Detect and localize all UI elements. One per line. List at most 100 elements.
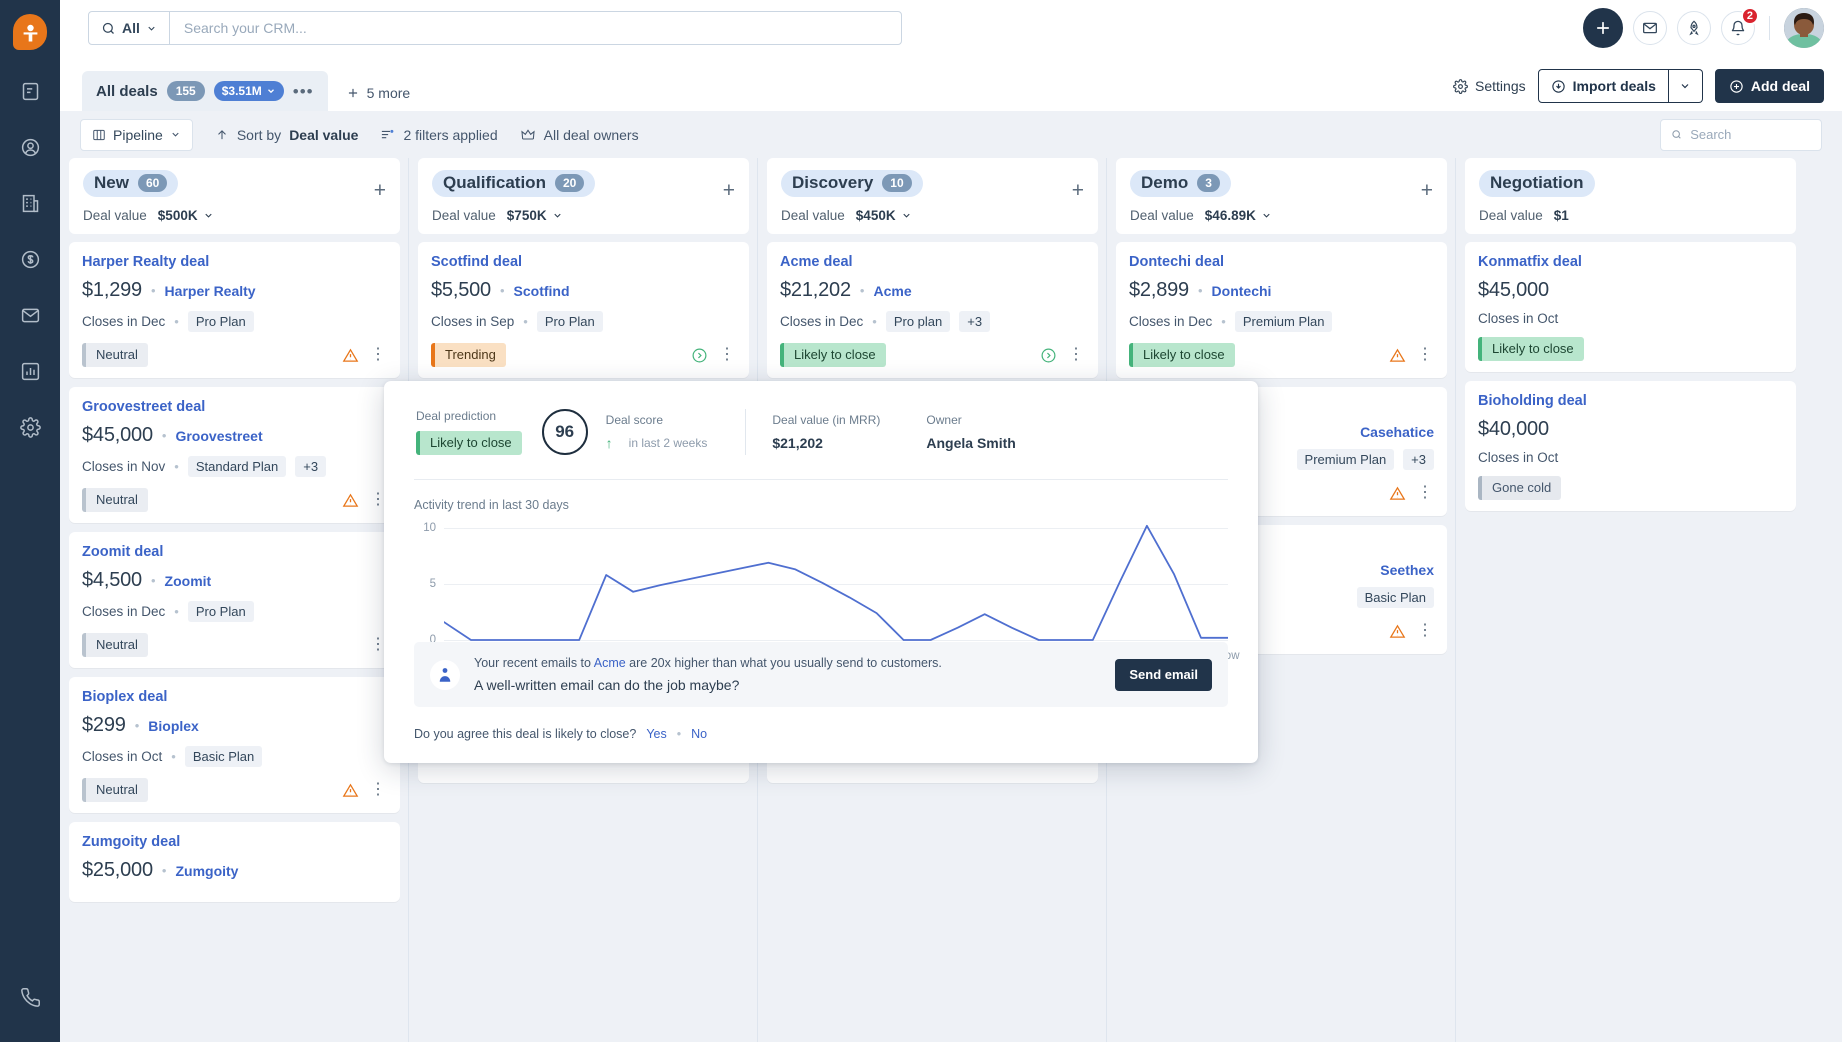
card-menu-button[interactable]: ⋮ [1417,623,1434,639]
add-deal-to-stage-button[interactable]: + [1421,180,1433,201]
company-link[interactable]: Zumgoity [175,863,238,879]
warning-icon[interactable] [1389,485,1406,502]
deal-card[interactable]: Bioplex deal $299 • Bioplex Closes in Oc… [69,677,400,813]
crown-icon [520,127,536,143]
arrow-up-icon: ↑ [606,435,613,451]
deal-card[interactable]: Zoomit deal $4,500 • Zoomit Closes in De… [69,532,400,668]
filters-button[interactable]: 2 filters applied [380,127,497,143]
company-link[interactable]: Scotfind [514,283,570,299]
company-link[interactable]: Groovestreet [175,428,262,444]
deal-name-link[interactable]: Acme deal [780,254,1085,270]
view-overflow-menu[interactable]: ••• [293,83,314,100]
sort-button[interactable]: Sort by Deal value [215,127,359,143]
extra-tags-count[interactable]: +3 [295,456,326,477]
separator-dot: • [523,314,528,329]
stage-deal-value[interactable]: $750K [507,208,563,223]
stage-deal-value[interactable]: $450K [856,208,912,223]
email-button[interactable] [1633,11,1667,45]
company-link[interactable]: Harper Realty [165,283,256,299]
warning-icon[interactable] [1389,623,1406,640]
deal-name-link[interactable]: Zumgoity deal [82,834,387,850]
stage-deal-value[interactable]: $500K [158,208,214,223]
company-link[interactable]: Dontechi [1212,283,1272,299]
deal-card[interactable]: Scotfind deal $5,500 • Scotfind Closes i… [418,242,749,378]
deal-name-link[interactable]: Groovestreet deal [82,399,387,415]
sidebar-item-companies[interactable] [15,188,45,218]
warning-icon[interactable] [342,782,359,799]
sidebar-item-contacts[interactable] [15,132,45,162]
board-search-input[interactable] [1690,127,1811,142]
notifications-button[interactable]: 2 [1721,11,1755,45]
deal-name-link[interactable]: Zoomit deal [82,544,387,560]
sidebar-item-reports[interactable] [15,356,45,386]
close-date: Closes in Dec [780,314,863,329]
card-menu-button[interactable]: ⋮ [719,347,736,363]
card-menu-button[interactable]: ⋮ [370,782,387,798]
company-link[interactable]: Bioplex [148,718,199,734]
search-scope-dropdown[interactable]: All [89,12,170,44]
chevron-down-icon [901,210,912,221]
feedback-yes-link[interactable]: Yes [646,727,666,741]
import-deals-dropdown[interactable] [1669,69,1703,103]
import-deals-button[interactable]: Import deals [1538,69,1669,103]
warning-icon[interactable] [1389,347,1406,364]
deal-name-link[interactable]: Konmatfix deal [1478,254,1783,270]
deal-name-link[interactable]: Harper Realty deal [82,254,387,270]
card-menu-button[interactable]: ⋮ [1068,347,1085,363]
add-deal-to-stage-button[interactable]: + [374,180,386,201]
insight-company-link[interactable]: Acme [594,656,626,670]
deal-name-link[interactable]: Bioholding deal [1478,393,1783,409]
deal-card[interactable]: Konmatfix deal $45,000 Closes in Oct Lik… [1465,242,1796,372]
warning-icon[interactable] [342,492,359,509]
deal-insight-popover[interactable]: Deal prediction Likely to close 96 Deal … [384,381,1258,763]
stage-name: Demo [1141,173,1188,193]
deal-name-link[interactable]: Dontechi deal [1129,254,1434,270]
view-tab-all-deals[interactable]: All deals 155 $3.51M ••• [82,71,328,111]
insight-arrow-icon[interactable] [691,347,708,364]
card-menu-button[interactable]: ⋮ [1417,347,1434,363]
deal-card[interactable]: Dontechi deal $2,899 • Dontechi Closes i… [1116,242,1447,378]
stage-deal-value[interactable]: $1 [1554,208,1569,223]
more-views-button[interactable]: 5 more [346,85,411,101]
avatar[interactable] [1784,8,1824,48]
gear-icon [1453,79,1468,94]
company-link[interactable]: Zoomit [165,573,212,589]
company-link[interactable]: Casehatice [1360,424,1434,440]
sidebar-item-settings[interactable] [15,412,45,442]
company-link[interactable]: Seethex [1380,562,1434,578]
sidebar-item-deals[interactable] [15,244,45,274]
extra-tags-count[interactable]: +3 [1403,449,1434,470]
deal-card[interactable]: Groovestreet deal $45,000 • Groovestreet… [69,387,400,523]
sprocket-logo-icon[interactable] [13,14,47,50]
card-menu-button[interactable]: ⋮ [1417,485,1434,501]
view-total-value-dropdown[interactable]: $3.51M [214,81,284,101]
stage-deal-value[interactable]: $46.89K [1205,208,1272,223]
card-menu-button[interactable]: ⋮ [370,347,387,363]
sidebar-item-calling[interactable] [15,982,45,1012]
add-deal-to-stage-button[interactable]: + [723,180,735,201]
deal-card[interactable]: Acme deal $21,202 • Acme Closes in Dec •… [767,242,1098,378]
company-link[interactable]: Acme [873,283,911,299]
search-input[interactable] [170,12,901,44]
add-deal-to-stage-button[interactable]: + [1072,180,1084,201]
extra-tags-count[interactable]: +3 [959,311,990,332]
send-email-button[interactable]: Send email [1115,659,1212,691]
create-button[interactable] [1583,8,1623,48]
deal-card[interactable]: Zumgoity deal $25,000 • Zumgoity [69,822,400,902]
sidebar-item-inbox[interactable] [15,300,45,330]
deal-name-link[interactable]: Scotfind deal [431,254,736,270]
deal-card[interactable]: Harper Realty deal $1,299 • Harper Realt… [69,242,400,378]
deal-name-link[interactable]: Bioplex deal [82,689,387,705]
deal-prediction-badge: Likely to close [416,431,522,455]
settings-button[interactable]: Settings [1453,78,1526,94]
feedback-no-link[interactable]: No [691,727,707,741]
upgrade-button[interactable] [1677,11,1711,45]
deal-owners-button[interactable]: All deal owners [520,127,639,143]
add-deal-button[interactable]: Add deal [1715,69,1824,103]
sidebar-item-activity[interactable] [15,76,45,106]
insight-arrow-icon[interactable] [1040,347,1057,364]
deal-card[interactable]: Bioholding deal $40,000 Closes in Oct Go… [1465,381,1796,511]
chevron-down-icon [552,210,563,221]
warning-icon[interactable] [342,347,359,364]
pipeline-selector[interactable]: Pipeline [80,119,193,151]
